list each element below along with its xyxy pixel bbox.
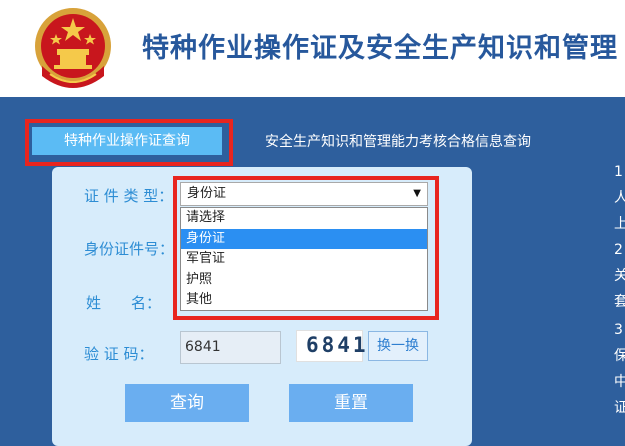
side-note-line: 上 xyxy=(614,216,625,232)
side-note-line: 1 xyxy=(614,164,623,180)
reset-button[interactable]: 重置 xyxy=(289,384,413,422)
captcha-image-text: 6841 xyxy=(306,333,369,357)
side-note-line: 套 xyxy=(614,294,625,310)
main-area: 特种作业操作证查询 安全生产知识和管理能力考核合格信息查询 证 件 类 型： 身… xyxy=(0,97,625,446)
side-note-line: 关 xyxy=(614,268,625,284)
side-note-line: 3 xyxy=(614,322,623,338)
side-note-line: 2 xyxy=(614,242,623,258)
highlight-box-dropdown xyxy=(173,176,439,320)
refresh-captcha-button[interactable]: 换一换 xyxy=(368,331,428,361)
side-note-line: 证 xyxy=(614,400,625,416)
site-title: 特种作业操作证及安全生产知识和管理 xyxy=(142,33,618,64)
side-note-line: 中 xyxy=(614,374,625,390)
side-note-line: 人 xyxy=(614,190,625,206)
national-emblem-icon xyxy=(35,8,111,88)
tab-safety-knowledge-query[interactable]: 安全生产知识和管理能力考核合格信息查询 xyxy=(265,131,531,151)
name-label: 姓 名： xyxy=(86,294,162,312)
captcha-input[interactable]: 6841 xyxy=(180,331,281,364)
captcha-image[interactable]: 6841 xyxy=(296,330,366,362)
captcha-label: 验 证 码： xyxy=(84,345,154,363)
highlight-box-tab xyxy=(25,119,233,166)
query-button[interactable]: 查询 xyxy=(125,384,249,422)
id-number-label: 身份证件号： xyxy=(84,240,175,258)
side-note-line: 保 xyxy=(614,348,625,364)
cert-type-label: 证 件 类 型： xyxy=(84,187,174,205)
site-header: 特种作业操作证及安全生产知识和管理 xyxy=(0,0,625,97)
